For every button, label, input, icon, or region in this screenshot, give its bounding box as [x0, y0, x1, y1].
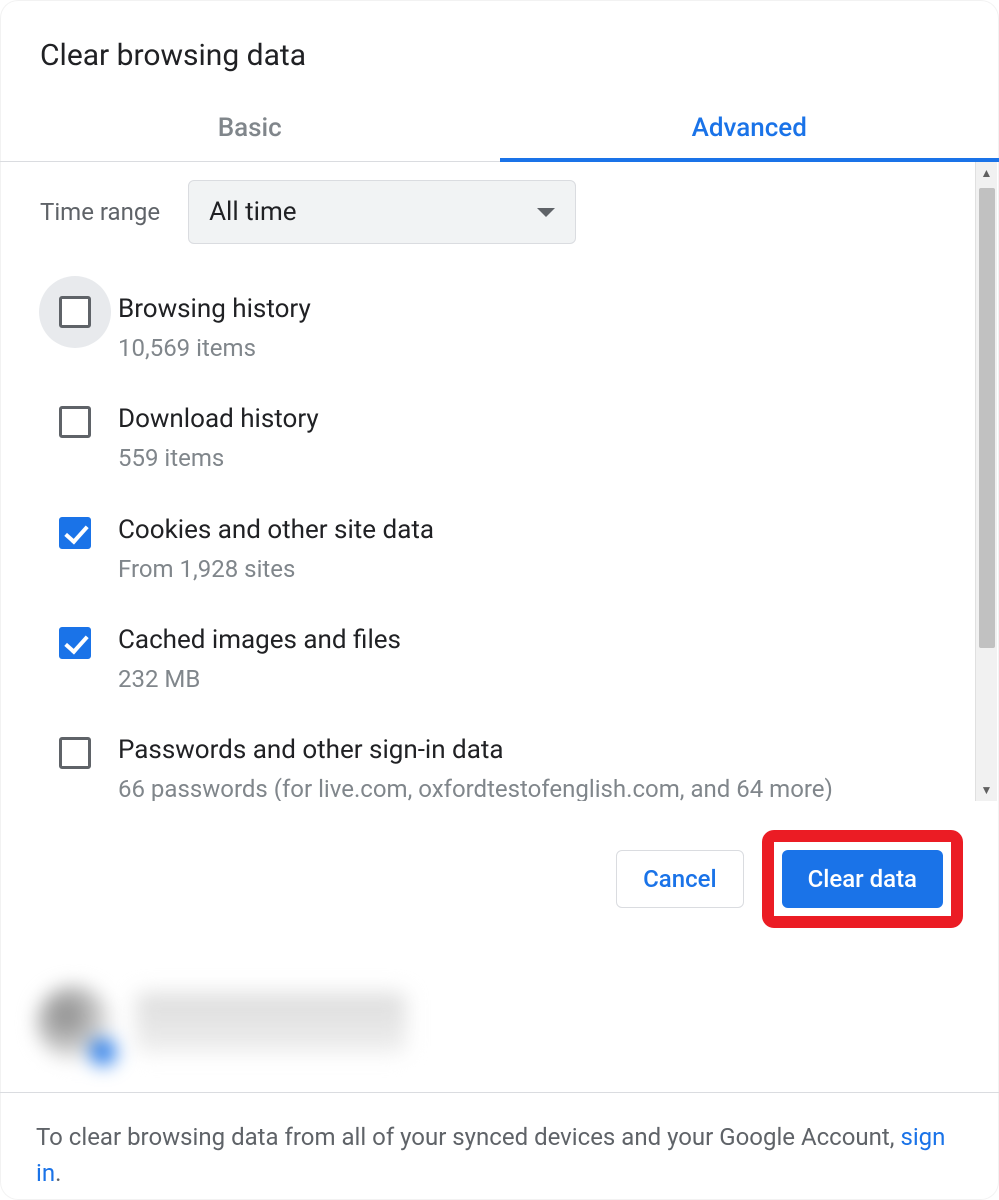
clear-browsing-data-dialog: Clear browsing data Basic Advanced Time … — [0, 0, 999, 1200]
dialog-title: Clear browsing data — [0, 0, 999, 83]
time-range-value: All time — [209, 197, 296, 227]
cancel-label: Cancel — [643, 865, 716, 893]
time-range-label: Time range — [40, 198, 160, 226]
avatar — [36, 985, 112, 1061]
time-range-row: Time range All time — [40, 162, 969, 250]
cancel-button[interactable]: Cancel — [616, 850, 743, 908]
checkbox-passwords[interactable] — [59, 737, 91, 769]
account-name-redacted — [136, 993, 406, 1053]
tab-basic-label: Basic — [218, 113, 282, 143]
list-item: Cached images and files 232 MB — [40, 613, 969, 723]
checkbox-cookies[interactable] — [59, 517, 91, 549]
list-item: Passwords and other sign-in data 66 pass… — [40, 723, 969, 802]
footer-suffix: . — [55, 1159, 61, 1187]
list-item: Cookies and other site data From 1,928 s… — [40, 503, 969, 613]
scroll-up-icon[interactable]: ▲ — [976, 162, 997, 184]
checkbox-download-history[interactable] — [59, 406, 91, 438]
tab-advanced[interactable]: Advanced — [500, 93, 999, 161]
item-title: Browsing history — [118, 292, 311, 327]
item-sub: 559 items — [118, 443, 319, 474]
list-item: Download history 559 items — [40, 392, 969, 502]
chevron-down-icon — [537, 208, 555, 217]
footer-text: To clear browsing data from all of your … — [0, 1092, 999, 1191]
tab-advanced-label: Advanced — [692, 113, 807, 143]
item-title: Download history — [118, 402, 319, 437]
tab-bar: Basic Advanced — [0, 93, 999, 162]
scrollbar[interactable]: ▲ ▼ — [975, 162, 997, 801]
scroll-down-icon[interactable]: ▼ — [976, 779, 997, 801]
list-item: Browsing history 10,569 items — [40, 282, 969, 392]
item-title: Cached images and files — [118, 623, 401, 658]
item-sub: From 1,928 sites — [118, 554, 434, 585]
item-sub: 232 MB — [118, 664, 401, 695]
time-range-select[interactable]: All time — [188, 180, 576, 244]
clear-data-label: Clear data — [808, 865, 917, 893]
item-title: Passwords and other sign-in data — [118, 733, 833, 768]
highlight-annotation: Clear data — [762, 830, 963, 928]
checkbox-browsing-history[interactable] — [59, 296, 91, 328]
scroll-thumb[interactable] — [979, 188, 995, 648]
clear-data-button[interactable]: Clear data — [782, 850, 943, 908]
item-sub: 10,569 items — [118, 333, 311, 364]
checkbox-cached-files[interactable] — [59, 627, 91, 659]
data-type-list: Browsing history 10,569 items Download h… — [40, 282, 969, 802]
footer-message: To clear browsing data from all of your … — [36, 1123, 900, 1151]
scrollable-content: Time range All time Browsing history 10,… — [0, 162, 999, 802]
account-row — [36, 968, 963, 1078]
item-sub: 66 passwords (for live.com, oxfordtestof… — [118, 774, 833, 802]
dialog-actions: Cancel Clear data — [0, 802, 999, 958]
tab-basic[interactable]: Basic — [0, 93, 500, 161]
item-title: Cookies and other site data — [118, 513, 434, 548]
